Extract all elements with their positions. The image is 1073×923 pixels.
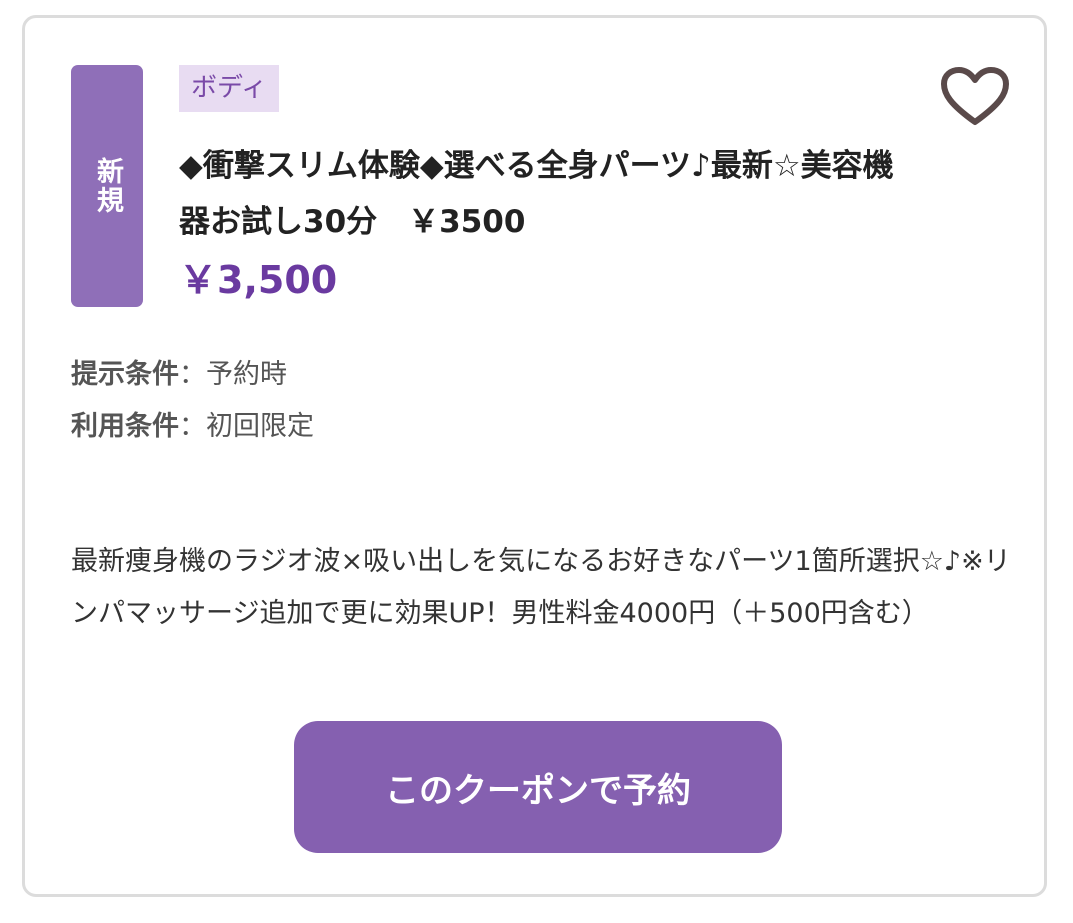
presentation-condition: 提示条件：予約時 (71, 355, 287, 395)
coupon-description: 最新痩身機のラジオ波×吸い出しを気になるお好きなパーツ1箇所選択☆♪※リンパマッ… (71, 546, 1011, 629)
category-tag-label: ボディ (191, 73, 268, 103)
book-with-coupon-button[interactable]: このクーポンで予約 (294, 721, 782, 853)
heart-outline-icon (941, 67, 1009, 125)
new-badge: 新規 (71, 65, 143, 307)
usage-condition-value: 初回限定 (206, 411, 314, 442)
coupon-price: ￥3,500 (179, 258, 338, 302)
category-tag: ボディ (179, 65, 280, 112)
usage-condition-separator: ： (179, 411, 206, 442)
presentation-condition-value: 予約時 (206, 359, 287, 390)
presentation-condition-separator: ： (179, 359, 206, 390)
coupon-card: 新規 ボディ ◆衝撃スリム体験◆選べる全身パーツ♪最新☆美容機器お試し30分 ￥… (22, 15, 1047, 897)
presentation-condition-label: 提示条件 (71, 359, 179, 390)
coupon-title: ◆衝撃スリム体験◆選べる全身パーツ♪最新☆美容機器お試し30分 ￥3500 (179, 148, 894, 240)
new-badge-label: 新規 (92, 157, 123, 215)
usage-condition-label: 利用条件 (71, 411, 179, 442)
usage-condition: 利用条件：初回限定 (71, 407, 314, 447)
favorite-button[interactable] (940, 66, 1010, 128)
